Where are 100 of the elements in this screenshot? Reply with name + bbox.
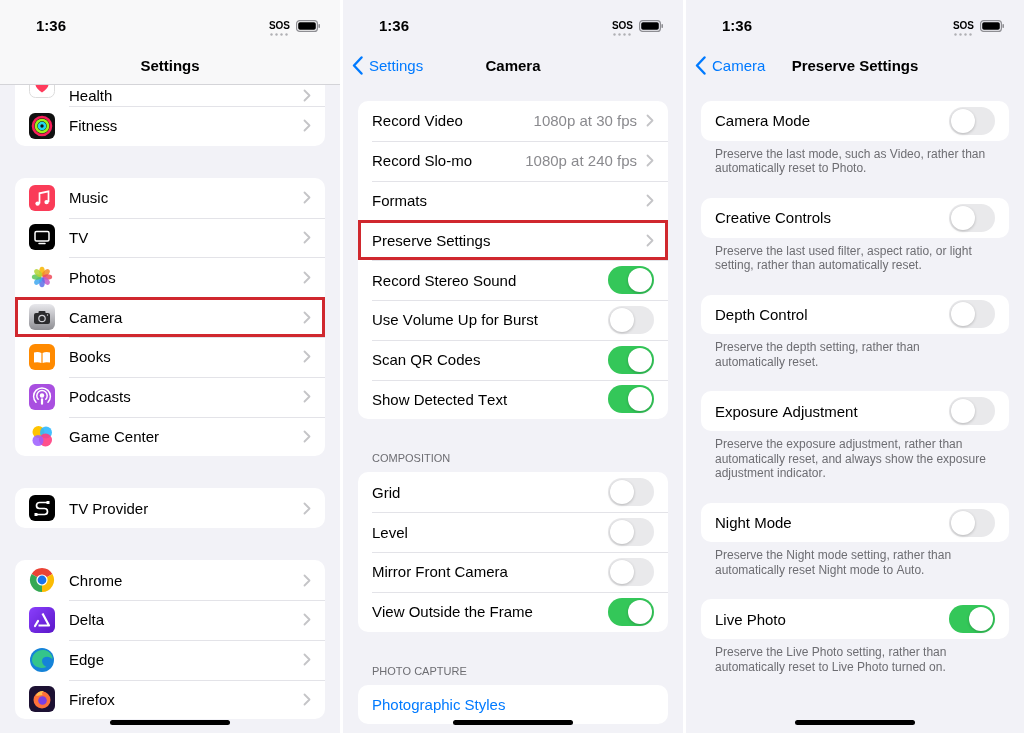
tv-icon (29, 224, 55, 251)
rings-icon (29, 112, 55, 139)
list-row[interactable]: Preserve Settings (358, 220, 668, 261)
row-label: Photos (69, 267, 117, 287)
nav-title: Preserve Settings (791, 55, 919, 75)
section-header: COMPOSITION (371, 451, 452, 466)
sos-label: SOS (952, 20, 974, 31)
toggle-switch[interactable] (949, 397, 995, 426)
row-label: Podcasts (69, 387, 132, 407)
toggle-switch[interactable] (608, 345, 654, 374)
section-footer: Preserve the depth setting, rather than automatically reset. (701, 334, 989, 370)
row-label: Camera Mode (715, 111, 812, 131)
chevron-icon (303, 573, 311, 587)
toggle-switch[interactable] (608, 518, 654, 547)
sos-label: SOS (611, 20, 633, 31)
status-time: 1:36 (722, 17, 753, 35)
ring-icon (29, 686, 55, 713)
chevron-icon (303, 390, 311, 404)
wave-icon (29, 646, 55, 673)
list-row[interactable]: Fitness (15, 106, 325, 146)
toggle-switch[interactable] (608, 266, 654, 295)
section-footer: Preserve the last used filter, aspect ratio, or light setting, rather than automatically reset. (701, 237, 989, 273)
toggle-switch[interactable] (949, 605, 995, 634)
row-label: TV (69, 228, 90, 247)
toggle-switch[interactable] (608, 305, 654, 334)
signal-dots-icon (270, 33, 289, 36)
toggle-switch[interactable] (949, 203, 995, 232)
row-label: Scan QR Codes (372, 350, 482, 370)
chevron-icon (303, 310, 311, 324)
row-label: Live Photo (715, 609, 787, 629)
list-row[interactable]: Photographic Styles (358, 684, 668, 725)
chevron-icon (303, 231, 311, 244)
row-label: Record Video (372, 111, 464, 131)
row-label: Level (372, 522, 409, 542)
chevron-icon (646, 233, 654, 247)
music-note-icon (29, 184, 55, 211)
toggle-switch[interactable] (949, 300, 995, 329)
chevron-icon (303, 613, 311, 627)
toggle-switch[interactable] (949, 508, 995, 537)
list-row[interactable]: Photos (15, 257, 325, 298)
list-row[interactable]: TV Provider (15, 488, 325, 529)
chevron-icon (646, 114, 654, 128)
list-row[interactable]: Firefox (15, 679, 325, 720)
row-label: Preserve Settings (372, 230, 492, 250)
row-label: Record Slo-mo (372, 151, 474, 171)
row-label: Chrome (69, 570, 124, 590)
chevron-icon (303, 350, 311, 364)
list-row[interactable]: TV (15, 217, 325, 258)
sos-label: SOS (268, 20, 290, 31)
list-row[interactable]: Formats (358, 180, 668, 221)
battery-icon (639, 20, 663, 32)
chevron-icon (303, 89, 311, 102)
signal-dots-icon (613, 33, 632, 36)
chevron-icon (303, 501, 311, 515)
list-row[interactable]: Camera (15, 297, 325, 337)
chevron-icon (646, 194, 654, 207)
row-label: Game Center (69, 426, 161, 446)
chevron-icon (303, 653, 311, 667)
list-row[interactable]: Music (15, 177, 325, 218)
row-label: Use Volume Up for Burst (372, 310, 539, 330)
status-time: 1:36 (379, 17, 410, 35)
list-row[interactable]: Chrome (15, 560, 325, 600)
row-label: Grid (372, 482, 402, 502)
list-row[interactable]: Game Center (15, 416, 325, 457)
row-label: TV Provider (69, 498, 150, 518)
segmented-circle-icon (29, 567, 55, 594)
toggle-switch[interactable] (608, 385, 654, 414)
list-row[interactable]: Edge (15, 639, 325, 680)
row-label: Record Stereo Sound (372, 270, 518, 290)
list-row[interactable]: Record Video 1080p at 30 fps (358, 101, 668, 141)
row-label: Health (69, 86, 114, 105)
row-label: Firefox (69, 689, 116, 709)
signal-dots-icon (954, 33, 973, 36)
book-icon (29, 343, 55, 370)
list-row[interactable]: Podcasts (15, 376, 325, 417)
back-button[interactable]: Settings (352, 55, 424, 75)
battery-icon (980, 20, 1004, 32)
camera-icon (29, 304, 55, 331)
toggle-switch[interactable] (608, 597, 654, 626)
row-label: Creative Controls (715, 208, 832, 228)
toggle-switch[interactable] (949, 106, 995, 135)
toggle-switch[interactable] (608, 478, 654, 507)
row-label: Edge (69, 650, 106, 670)
row-label: Books (69, 347, 112, 367)
chevron-icon (303, 429, 311, 443)
row-label: Delta (69, 610, 106, 630)
list-row[interactable]: Books (15, 337, 325, 377)
row-label: Show Detected Text (372, 389, 509, 409)
battery-icon (296, 20, 320, 32)
section-footer: Preserve the Night mode setting, rather than automatically reset Night mode to Auto. (701, 542, 989, 578)
row-label: Night Mode (715, 513, 793, 533)
row-value: 1080p at 240 fps (525, 151, 637, 171)
list-row[interactable]: Delta (15, 599, 325, 640)
section-header: PHOTO CAPTURE (371, 663, 468, 678)
list-row[interactable]: Record Slo-mo 1080p at 240 fps (358, 140, 668, 181)
bubbles-icon (29, 423, 55, 450)
back-button[interactable]: Camera (695, 55, 766, 75)
toggle-switch[interactable] (608, 557, 654, 586)
list-row[interactable]: Health (15, 85, 325, 106)
section-footer: Preserve the Live Photo setting, rather than automatically reset to Live Photo turned on. (701, 639, 989, 675)
